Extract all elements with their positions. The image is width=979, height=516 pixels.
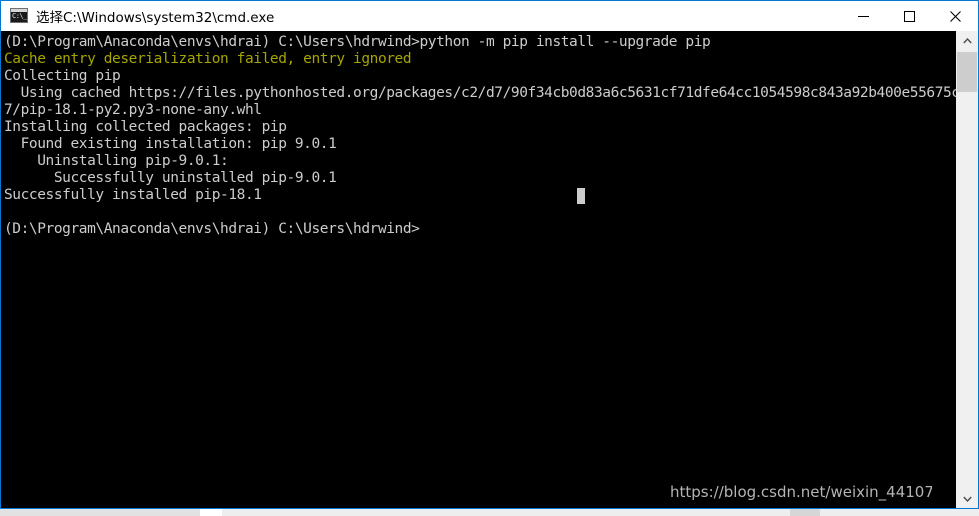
window-titlebar[interactable]: C:\_ 选择C:\Windows\system32\cmd.exe	[1, 0, 978, 31]
console-line: (D:\Program\Anaconda\envs\hdrai) C:\User…	[4, 34, 711, 50]
close-icon	[949, 10, 961, 22]
cmd-window: C:\_ 选择C:\Windows\system32\cmd.exe (D:\P…	[0, 0, 979, 509]
console-line: Successfully uninstalled pip-9.0.1	[4, 170, 337, 186]
console-line: Successfully installed pip-18.1	[4, 187, 262, 203]
maximize-icon	[903, 10, 915, 22]
background-desktop-strip	[0, 509, 979, 516]
console-line: Cache entry deserialization failed, entr…	[4, 51, 412, 67]
chevron-down-icon	[962, 496, 972, 502]
console-line: Collecting pip	[4, 68, 121, 84]
cmd-console-icon: C:\_	[10, 8, 28, 24]
minimize-icon	[857, 15, 869, 17]
scroll-up-button[interactable]	[956, 31, 978, 50]
scroll-down-button[interactable]	[956, 489, 978, 508]
window-title: 选择C:\Windows\system32\cmd.exe	[36, 10, 275, 26]
minimize-button[interactable]	[840, 1, 886, 31]
text-cursor	[577, 188, 585, 204]
vertical-scrollbar-track[interactable]	[956, 50, 978, 489]
console-line: Uninstalling pip-9.0.1:	[4, 153, 229, 169]
console-area: (D:\Program\Anaconda\envs\hdrai) C:\User…	[1, 31, 978, 508]
cmd-icon-prompt-glyph: C:\_	[12, 12, 27, 20]
console-line: (D:\Program\Anaconda\envs\hdrai) C:\User…	[4, 221, 420, 237]
vertical-scrollbar[interactable]	[956, 31, 978, 508]
close-button[interactable]	[932, 1, 978, 31]
background-strip-segment-left	[0, 509, 200, 516]
console-line: Using cached https://files.pythonhosted.…	[4, 85, 956, 101]
chevron-up-icon	[962, 37, 972, 43]
background-strip-segment-right	[222, 509, 977, 516]
window-controls	[840, 1, 978, 31]
console-screen[interactable]: (D:\Program\Anaconda\envs\hdrai) C:\User…	[1, 31, 956, 508]
vertical-scrollbar-thumb[interactable]	[957, 52, 977, 92]
maximize-button[interactable]	[886, 1, 932, 31]
console-line: Found existing installation: pip 9.0.1	[4, 136, 337, 152]
background-strip-segment-accent	[790, 509, 820, 516]
console-line: 7/pip-18.1-py2.py3-none-any.whl	[4, 102, 262, 118]
background-strip-segment-gap	[200, 509, 222, 516]
console-output: (D:\Program\Anaconda\envs\hdrai) C:\User…	[4, 34, 956, 238]
console-line: Installing collected packages: pip	[4, 119, 287, 135]
watermark-text: https://blog.csdn.net/weixin_44107621	[670, 483, 932, 501]
